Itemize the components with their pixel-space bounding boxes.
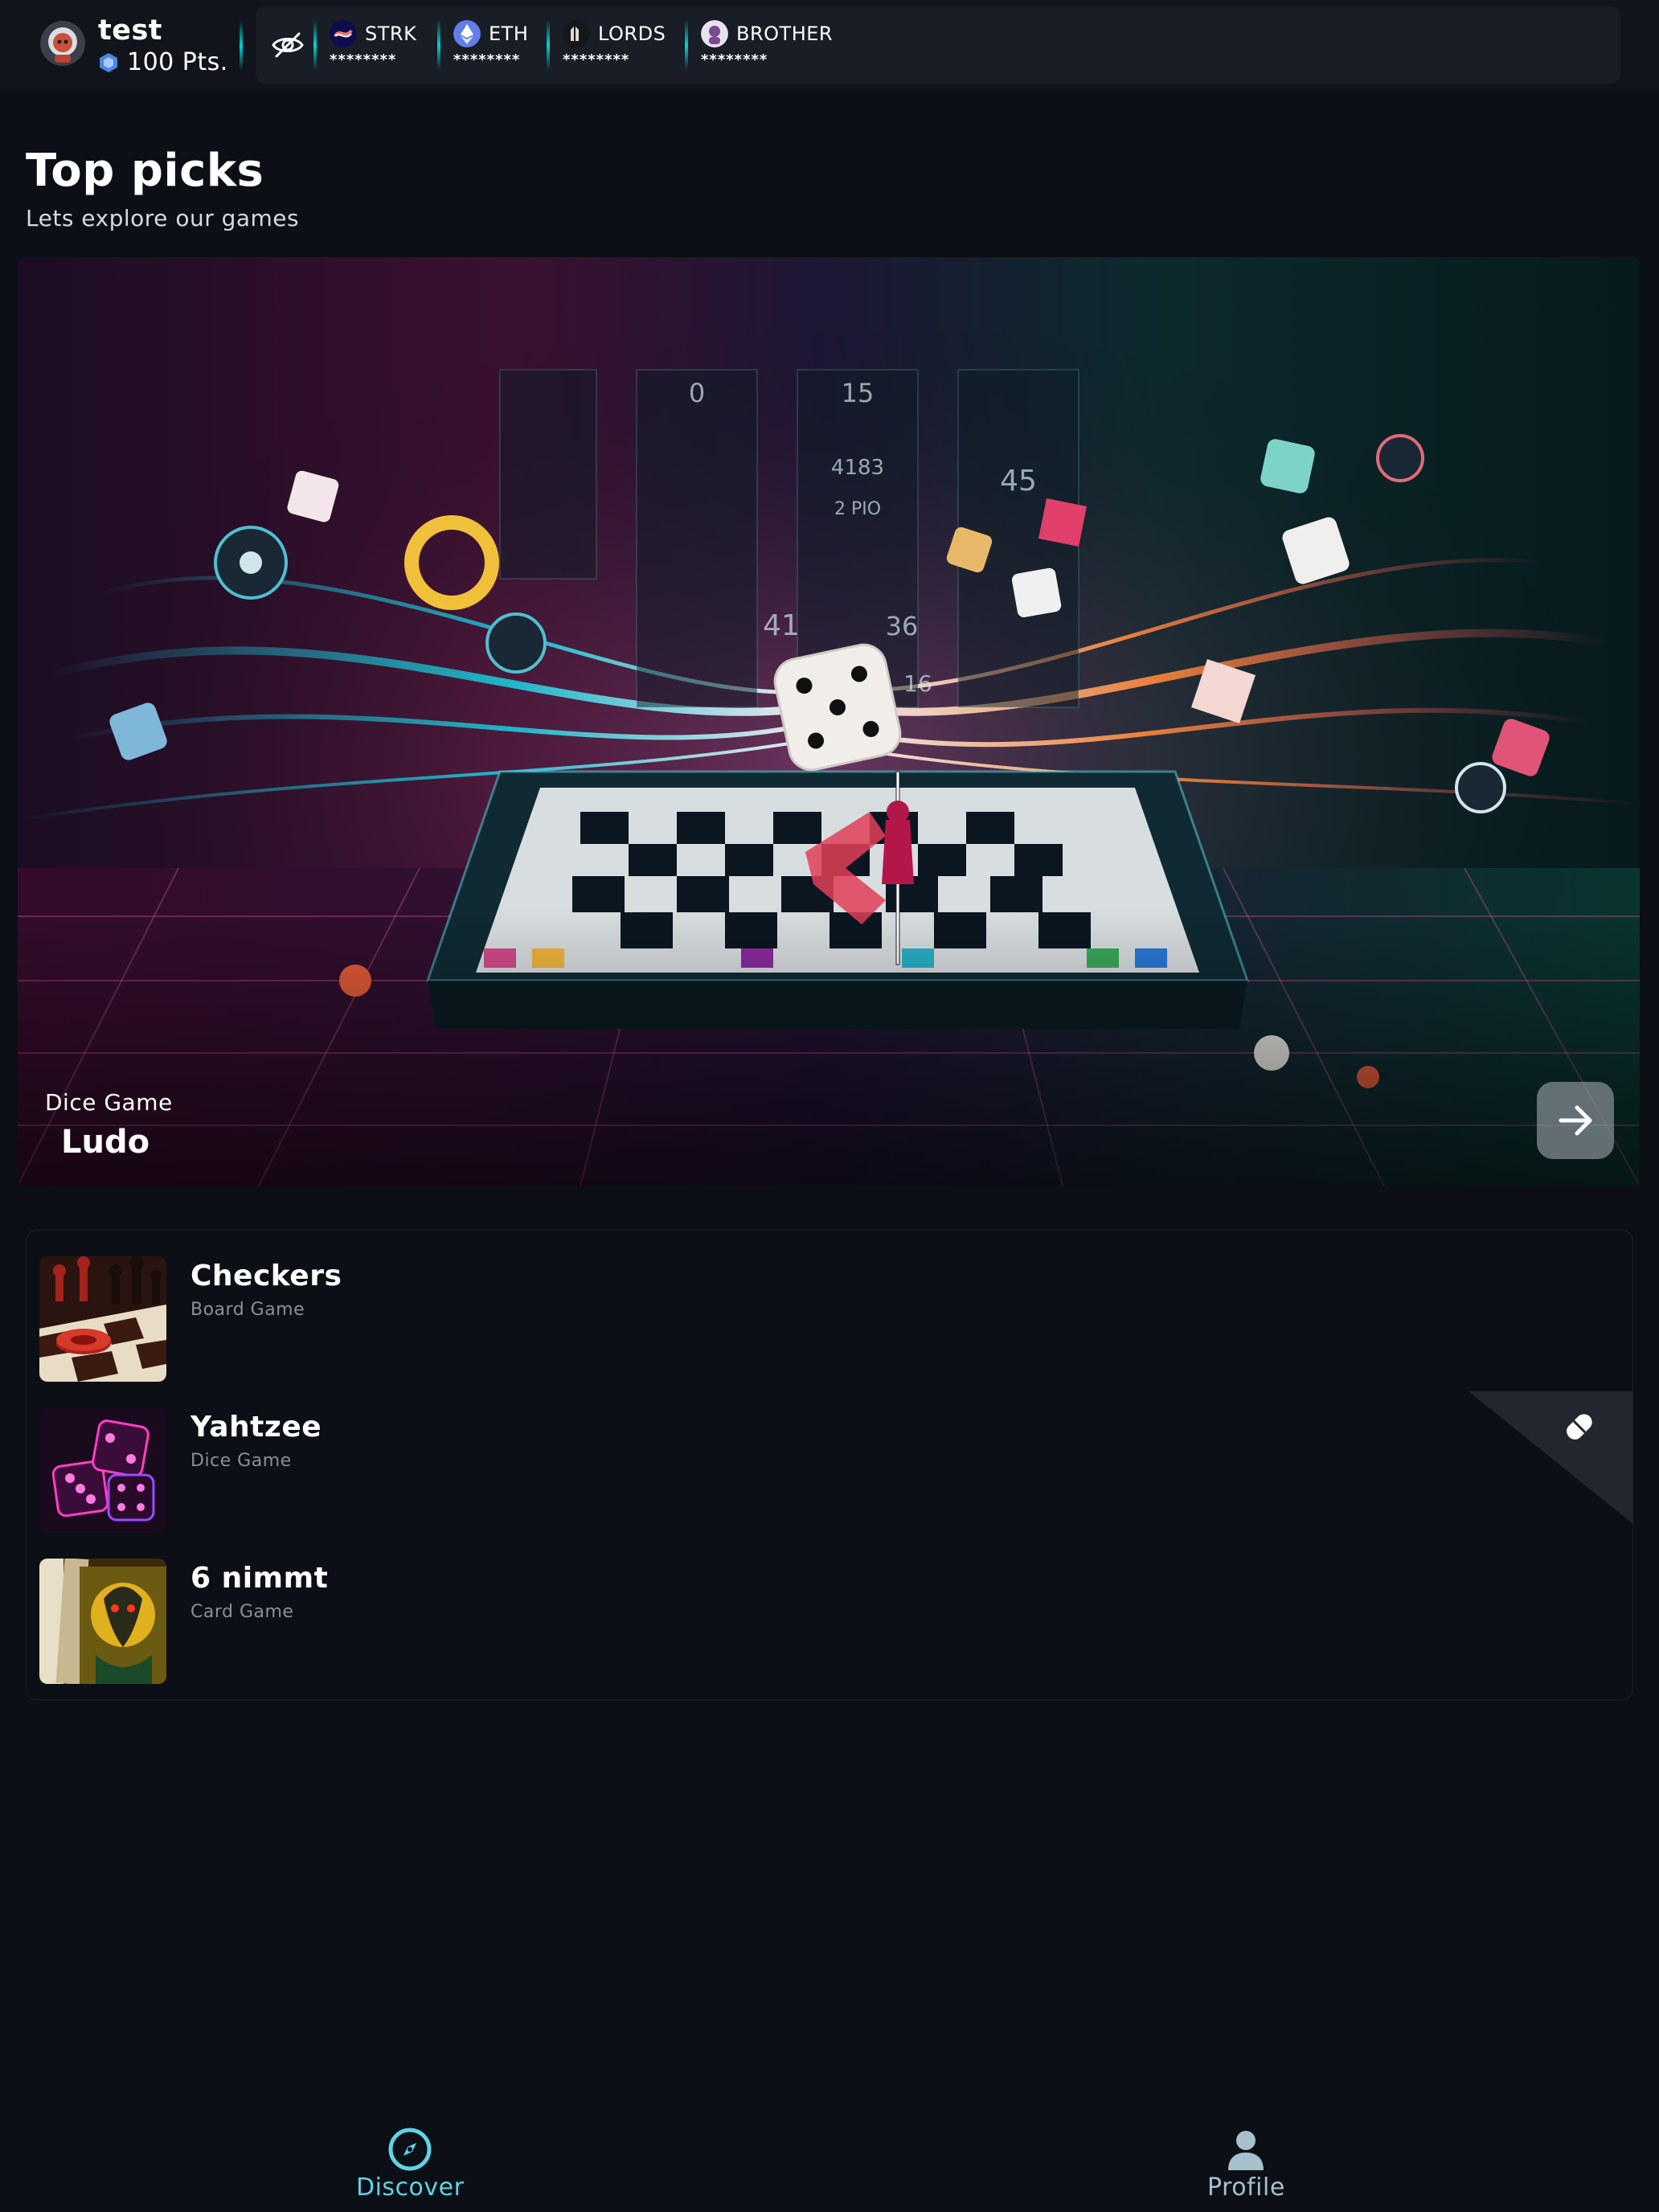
6-nimmt-thumbnail [39, 1559, 166, 1684]
user-icon [1223, 2127, 1268, 2172]
token-strk[interactable]: STRK ******** [330, 18, 416, 74]
points-gem-icon [98, 52, 119, 73]
divider [313, 20, 317, 70]
game-row-yahtzee[interactable]: Yahtzee Dice Game [39, 1407, 1615, 1533]
featured-game-category: Dice Game [45, 1089, 173, 1116]
strk-icon [330, 20, 357, 47]
token-brother[interactable]: BROTHER ******** [701, 18, 833, 74]
game-name: Checkers [190, 1260, 342, 1292]
nav-profile-label: Profile [1207, 2173, 1285, 2202]
token-balance: ******** [330, 51, 397, 68]
pill-tag [1469, 1391, 1632, 1525]
page-subtitle: Lets explore our games [26, 205, 300, 231]
yahtzee-thumbnail [39, 1407, 166, 1533]
avatar[interactable] [40, 21, 85, 66]
game-category: Card Game [190, 1602, 294, 1622]
game-row-6-nimmt[interactable]: 6 nimmt Card Game [39, 1559, 1615, 1684]
user-info[interactable]: test 100 Pts. [40, 14, 233, 76]
token-lords[interactable]: LORDS ******** [563, 18, 666, 74]
featured-game-artwork: 0 15 4183 2 PIO 45 41 36 16 [18, 257, 1640, 1186]
game-name: Yahtzee [190, 1411, 322, 1444]
bottom-nav: Discover Profile [0, 2106, 1659, 2212]
token-name: LORDS [598, 23, 666, 45]
token-balance: ******** [563, 51, 630, 68]
divider [437, 20, 440, 70]
token-balance: ******** [701, 51, 768, 68]
game-list: Checkers Board Game Yahtzee Dice Game 6 … [26, 1230, 1633, 1700]
divider [685, 20, 688, 70]
nav-profile[interactable]: Profile [1207, 2127, 1285, 2202]
token-eth[interactable]: ETH ******** [453, 18, 528, 74]
points-row: 100 Pts. [98, 48, 228, 76]
brother-icon [701, 20, 728, 47]
game-category: Dice Game [190, 1451, 292, 1471]
featured-game-name: Ludo [61, 1124, 150, 1161]
divider [240, 21, 243, 71]
username: test [98, 14, 163, 47]
nav-discover-label: Discover [356, 2173, 465, 2202]
arrow-right-icon [1559, 1105, 1592, 1136]
game-row-checkers[interactable]: Checkers Board Game [39, 1256, 1615, 1382]
top-bar: test 100 Pts. STRK ******** ETH ********… [0, 0, 1659, 92]
game-category: Board Game [190, 1300, 305, 1320]
divider [547, 20, 550, 70]
hide-balance-icon[interactable] [270, 27, 305, 63]
lords-icon [563, 20, 590, 47]
eth-icon [453, 20, 481, 47]
points-value: 100 Pts. [127, 48, 228, 76]
token-name: STRK [365, 23, 417, 45]
featured-game-label: Dice Game Ludo [45, 1089, 173, 1161]
game-name: 6 nimmt [190, 1562, 329, 1595]
play-featured-button[interactable] [1537, 1082, 1614, 1159]
compass-icon [387, 2127, 432, 2172]
nav-discover[interactable]: Discover [356, 2127, 464, 2202]
token-balance: ******** [453, 51, 521, 68]
token-name: ETH [489, 23, 529, 45]
token-name: BROTHER [736, 23, 834, 45]
checkers-thumbnail [39, 1256, 166, 1382]
page-title: Top picks [26, 145, 264, 197]
section-heading: Top picks Lets explore our games [26, 145, 299, 231]
featured-game-card[interactable]: 0 15 4183 2 PIO 45 41 36 16 [18, 257, 1640, 1186]
wallet-balances: STRK ******** ETH ******** LORDS *******… [256, 6, 1620, 84]
